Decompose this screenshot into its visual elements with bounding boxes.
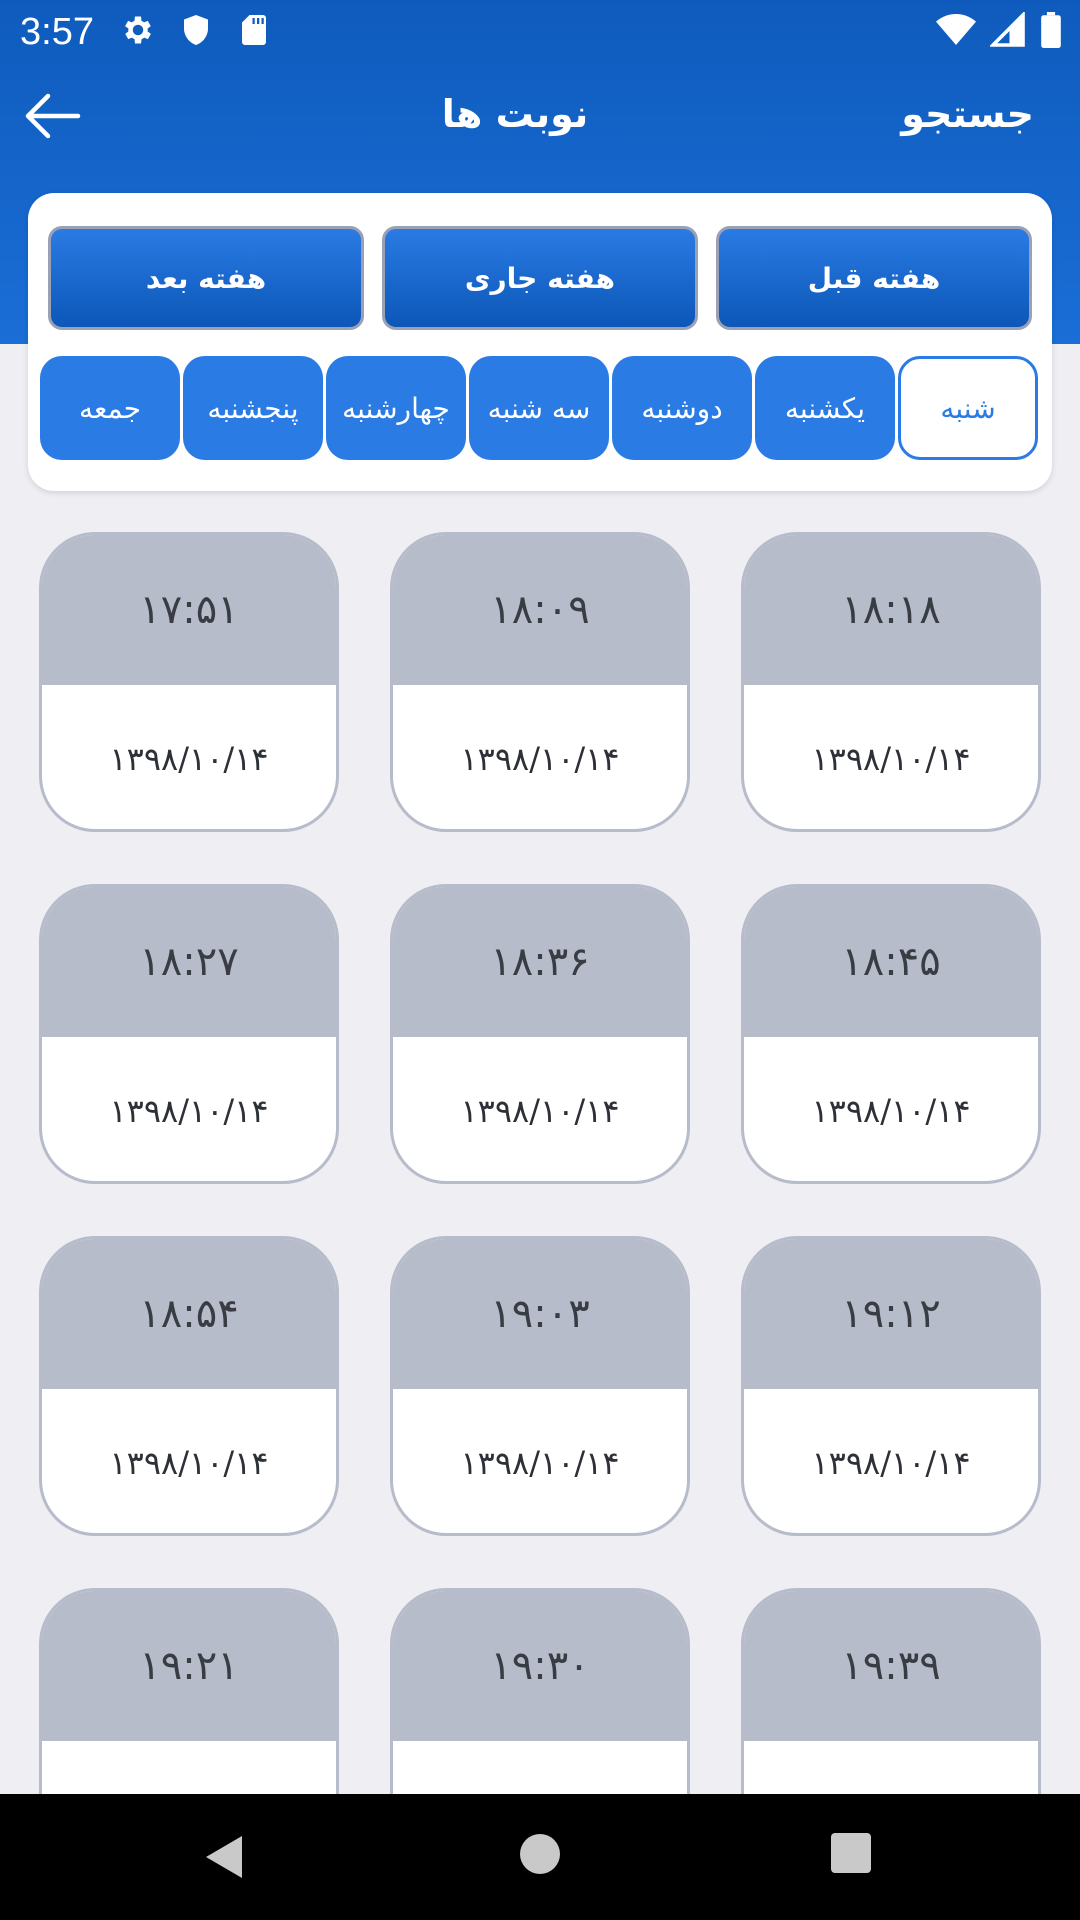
slot-time: ۱۹:۱۲ [744,1239,1038,1389]
shield-icon [178,12,214,48]
wifi-icon [936,12,976,48]
appointment-slot[interactable]: ۱۸:۵۴ ۱۳۹۸/۱۰/۱۴ [39,1236,339,1536]
slot-date: ۱۳۹۸/۱۰/۱۴ [811,1091,971,1130]
slot-date: ۱۳۹۸/۱۰/۱۴ [460,1443,620,1482]
slot-time: ۱۹:۳۹ [744,1591,1038,1741]
day-tab-sunday[interactable]: یکشنبه [755,356,895,460]
appointment-slot[interactable]: ۱۸:۱۸ ۱۳۹۸/۱۰/۱۴ [741,532,1041,832]
slot-date: ۱۳۹۸/۱۰/۱۴ [460,1091,620,1130]
system-navigation-bar [0,1794,1080,1920]
appointment-slots-grid: ۱۸:۱۸ ۱۳۹۸/۱۰/۱۴ ۱۸:۰۹ ۱۳۹۸/۱۰/۱۴ ۱۷:۵۱ … [0,530,1080,1794]
appointment-slot[interactable]: ۱۸:۲۷ ۱۳۹۸/۱۰/۱۴ [39,884,339,1184]
slot-time: ۱۸:۰۹ [393,535,687,685]
slot-date: ۱۳۹۸/۱۰/۱۴ [109,1091,269,1130]
day-tab-monday[interactable]: دوشنبه [612,356,752,460]
slot-time: ۱۸:۲۷ [42,887,336,1037]
slot-date [42,1741,336,1794]
nav-back-icon[interactable] [202,1834,248,1880]
search-button[interactable]: جستجو [901,86,1034,142]
filter-card: هفته قبل هفته جاری هفته بعد شنبه یکشنبه … [28,193,1052,491]
appointment-slot[interactable]: ۱۸:۰۹ ۱۳۹۸/۱۰/۱۴ [390,532,690,832]
gear-icon [120,12,156,48]
slot-date: ۱۳۹۸/۱۰/۱۴ [109,739,269,778]
slot-date: ۱۳۹۸/۱۰/۱۴ [460,739,620,778]
current-week-button[interactable]: هفته جاری [382,226,698,330]
slot-time: ۱۹:۰۳ [393,1239,687,1389]
appointment-slot[interactable]: ۱۹:۲۱ [39,1588,339,1794]
status-left-icons [120,12,272,48]
slot-time: ۱۸:۱۸ [744,535,1038,685]
appointment-slot[interactable]: ۱۷:۵۱ ۱۳۹۸/۱۰/۱۴ [39,532,339,832]
slot-date: ۱۳۹۸/۱۰/۱۴ [811,1443,971,1482]
app-bar: نوبت ها جستجو [0,64,1080,168]
previous-week-button[interactable]: هفته قبل [716,226,1032,330]
slot-time: ۱۷:۵۱ [42,535,336,685]
status-time: 3:57 [20,11,94,53]
day-tab-thursday[interactable]: پنجشنبه [183,356,323,460]
slot-time: ۱۹:۳۰ [393,1591,687,1741]
appointment-slot[interactable]: ۱۸:۴۵ ۱۳۹۸/۱۰/۱۴ [741,884,1041,1184]
day-tab-tuesday[interactable]: سه شنبه [469,356,609,460]
status-right-icons [936,10,1062,48]
slot-date: ۱۳۹۸/۱۰/۱۴ [109,1443,269,1482]
nav-home-icon[interactable] [520,1834,560,1874]
appointment-slot[interactable]: ۱۹:۱۲ ۱۳۹۸/۱۰/۱۴ [741,1236,1041,1536]
nav-recents-icon[interactable] [831,1833,871,1873]
appointment-slot[interactable]: ۱۹:۳۹ [741,1588,1041,1794]
slot-date [744,1741,1038,1794]
day-tab-saturday[interactable]: شنبه [898,356,1038,460]
battery-icon [1040,12,1062,48]
slot-time: ۱۹:۲۱ [42,1591,336,1741]
appointment-slot[interactable]: ۱۹:۰۳ ۱۳۹۸/۱۰/۱۴ [390,1236,690,1536]
next-week-button[interactable]: هفته بعد [48,226,364,330]
status-bar: 3:57 [0,0,1080,64]
slot-time: ۱۸:۵۴ [42,1239,336,1389]
day-tab-wednesday[interactable]: چهارشنبه [326,356,466,460]
sd-card-icon [236,12,272,48]
slot-time: ۱۸:۳۶ [393,887,687,1037]
slot-date [393,1741,687,1794]
page-title: نوبت ها [441,92,589,136]
appointment-slot[interactable]: ۱۹:۳۰ [390,1588,690,1794]
cell-signal-icon [988,10,1026,48]
slot-date: ۱۳۹۸/۱۰/۱۴ [811,739,971,778]
appointment-slot[interactable]: ۱۸:۳۶ ۱۳۹۸/۱۰/۱۴ [390,884,690,1184]
slot-time: ۱۸:۴۵ [744,887,1038,1037]
day-tab-friday[interactable]: جمعه [40,356,180,460]
